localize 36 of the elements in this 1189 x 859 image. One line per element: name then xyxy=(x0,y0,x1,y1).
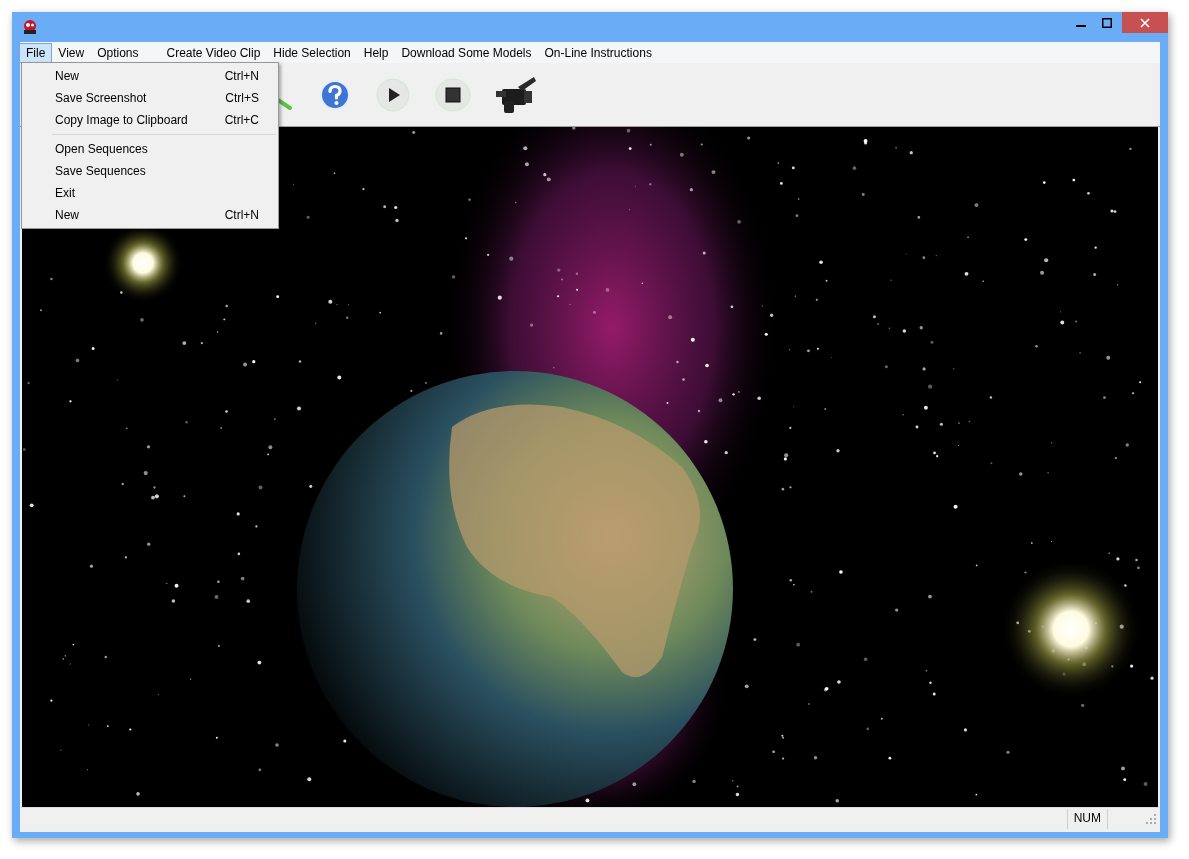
menu-item[interactable]: File xyxy=(20,43,52,62)
stop-icon[interactable] xyxy=(435,77,471,112)
menu-entry[interactable]: Save Sequences xyxy=(22,160,278,182)
menu-item[interactable]: Download Some Models xyxy=(395,43,538,62)
menu-entry-label: Copy Image to Clipboard xyxy=(55,113,188,127)
menu-entry[interactable]: New Ctrl+N xyxy=(22,65,278,87)
play-icon[interactable] xyxy=(376,77,410,112)
video-camera-icon[interactable] xyxy=(496,74,538,115)
menu-entry[interactable]: New Ctrl+N xyxy=(22,204,278,226)
maximize-icon xyxy=(1102,17,1112,28)
resize-grip-icon xyxy=(1146,814,1156,824)
app-icon xyxy=(22,19,38,35)
menu-entry-label: Open Sequences xyxy=(55,142,148,156)
menu-item[interactable]: Help xyxy=(357,43,395,62)
menu-entry-label: New xyxy=(55,69,79,83)
menu-entry-label: New xyxy=(55,208,79,222)
menu-item[interactable]: View xyxy=(52,43,91,62)
menu-entry[interactable]: Save Screenshot Ctrl+S xyxy=(22,87,278,109)
shortcut-label: Ctrl+N xyxy=(224,69,259,83)
shortcut-label: Ctrl+C xyxy=(224,113,259,127)
close-icon xyxy=(1140,17,1150,28)
shortcut-label: Ctrl+N xyxy=(224,208,259,222)
help-icon[interactable] xyxy=(319,78,351,111)
menu-entry[interactable]: Exit xyxy=(22,182,278,204)
shortcut-label: Ctrl+S xyxy=(225,91,259,105)
menu-entry-label: Save Sequences xyxy=(55,164,146,178)
menu-entry[interactable]: Open Sequences xyxy=(22,138,278,160)
menu-entry-label: Save Screenshot xyxy=(55,91,147,105)
menu-item[interactable]: Options xyxy=(91,43,145,62)
menu-item[interactable]: Hide Selection xyxy=(267,43,357,62)
menu-entry[interactable]: Copy Image to Clipboard Ctrl+C xyxy=(22,109,278,131)
num-lock-indicator: NUM xyxy=(1066,809,1107,829)
menu-entry-label: Exit xyxy=(55,186,75,200)
minimize-icon xyxy=(1076,25,1086,27)
menu-item[interactable]: Create Video Clip xyxy=(160,43,267,62)
menu-item[interactable]: On-Line Instructions xyxy=(538,43,658,62)
